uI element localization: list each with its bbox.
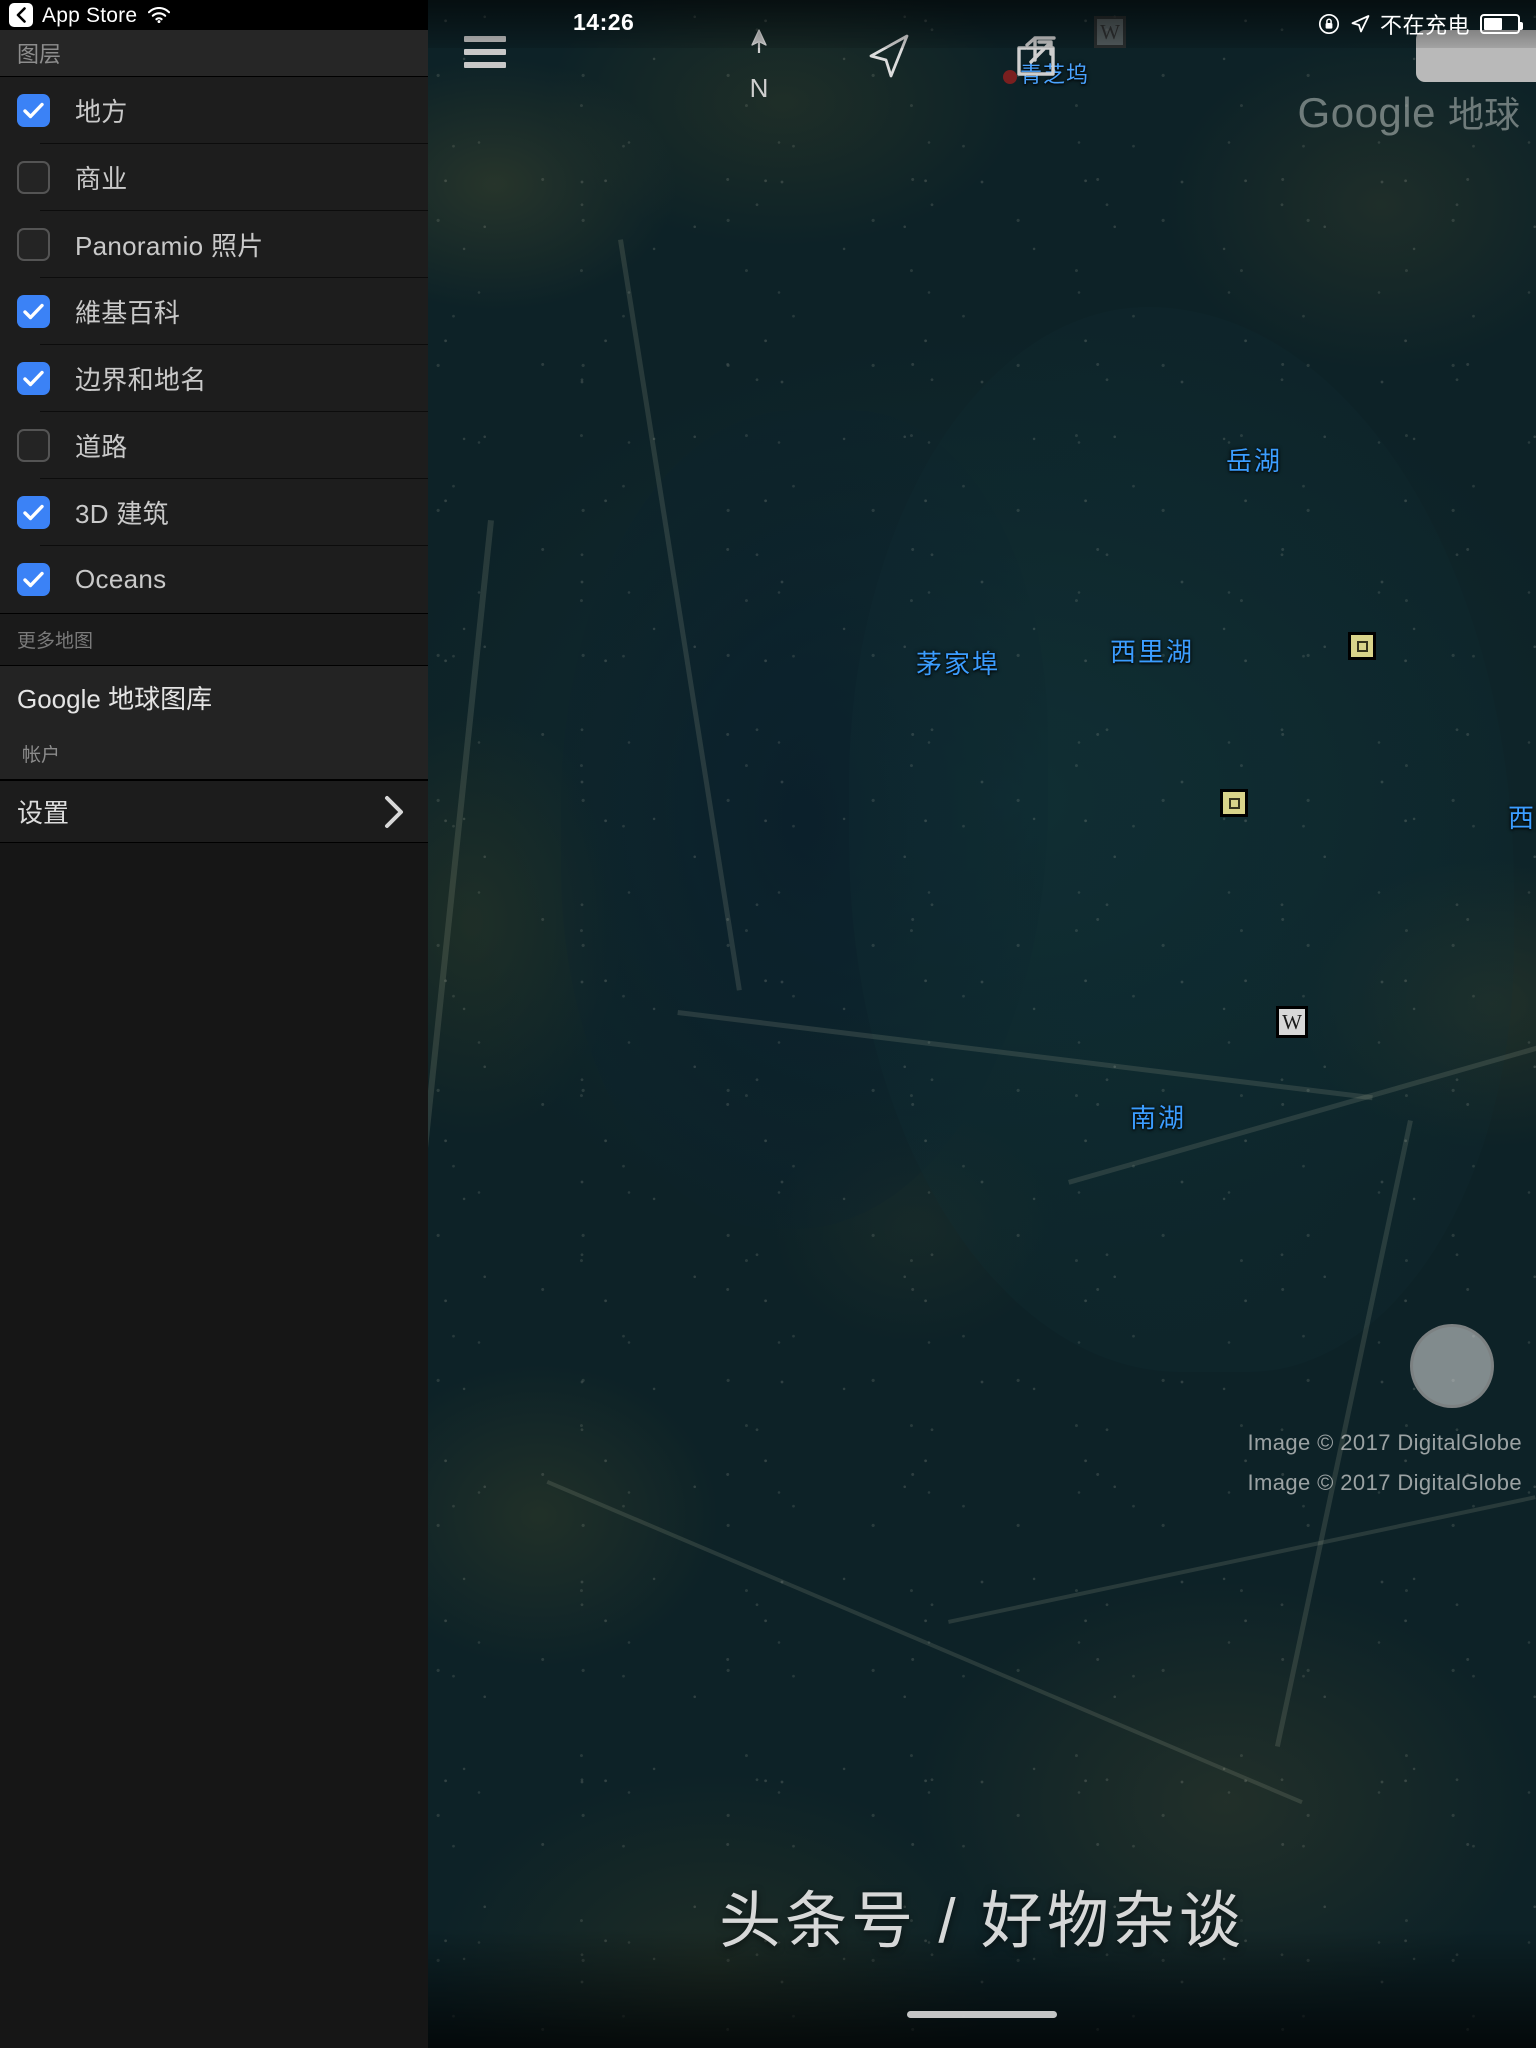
location-arrow-icon [1351, 15, 1370, 33]
checkbox-oceans[interactable] [17, 563, 50, 596]
layers-sidebar: App Store 图层 地方 商业 Panoramio 照片 維基百科 边界和… [0, 0, 428, 2048]
check-icon [23, 504, 44, 521]
map-label-maojiabu: 茅家埠 [916, 649, 1001, 679]
attribution-line-2: Image © 2017 DigitalGlobe [1247, 1470, 1522, 1495]
ios-status-bar: App Store [0, 0, 428, 30]
rotation-lock-icon [1318, 13, 1340, 35]
wifi-icon [148, 7, 171, 23]
road-line [948, 1495, 1536, 1624]
map-status-bar: 14:26 不在充电 [428, 0, 1536, 48]
checkbox-wikipedia[interactable] [17, 295, 50, 328]
map-label-xilihu: 西里湖 [1110, 637, 1195, 667]
water-body-west [560, 409, 1049, 1229]
more-maps-label: 更多地图 [17, 631, 94, 652]
battery-fill [1484, 18, 1502, 30]
checkbox-roads[interactable] [17, 429, 50, 462]
photo-square-marker[interactable] [1348, 632, 1376, 660]
layer-row-borders-and-labels[interactable]: 边界和地名 [0, 345, 428, 412]
status-bar-app-label: App Store [42, 3, 138, 27]
layer-row-roads[interactable]: 道路 [0, 412, 428, 479]
layers-panel-title: 图层 [17, 42, 62, 67]
layer-label-borders-and-labels: 边界和地名 [75, 365, 207, 395]
account-section-header: 帐户 [0, 728, 428, 781]
layer-row-wikipedia[interactable]: 維基百科 [0, 278, 428, 345]
satellite-speckle-texture [428, 0, 1536, 2048]
account-label: 帐户 [22, 745, 61, 766]
chevron-left-icon [16, 7, 26, 23]
wikipedia-marker[interactable]: W [1276, 1006, 1308, 1038]
map-label-nanhu: 南湖 [1130, 1103, 1187, 1133]
app-root: App Store 图层 地方 商业 Panoramio 照片 維基百科 边界和… [0, 0, 1536, 2048]
charging-status-text: 不在充电 [1379, 13, 1470, 38]
layer-label-wikipedia: 維基百科 [75, 298, 181, 328]
checkbox-business[interactable] [17, 161, 50, 194]
layer-row-business[interactable]: 商业 [0, 144, 428, 211]
brand-watermark: 头条号 / 好物杂谈 [719, 1887, 1245, 1956]
watermark-product: 地球 [1447, 94, 1520, 135]
google-earth-gallery-label: Google 地球图库 [17, 683, 213, 714]
chevron-right-icon [385, 795, 403, 828]
settings-row[interactable]: 设置 [0, 781, 428, 843]
layer-label-places: 地方 [75, 97, 128, 127]
settings-label: 设置 [17, 798, 70, 828]
check-icon [23, 370, 44, 387]
attribution-line-1: Image © 2017 DigitalGlobe [1247, 1430, 1522, 1455]
layer-label-business: 商业 [75, 164, 128, 194]
home-indicator [907, 2011, 1057, 2018]
layer-label-3d-buildings: 3D 建筑 [75, 499, 169, 529]
map-label-xihu: 西湖 [1508, 803, 1536, 833]
checkbox-borders-and-labels[interactable] [17, 362, 50, 395]
back-to-app-store-button[interactable] [9, 3, 33, 27]
checkbox-places[interactable] [17, 94, 50, 127]
layer-row-places[interactable]: 地方 [0, 77, 428, 144]
layer-label-roads: 道路 [75, 432, 128, 462]
photo-square-marker[interactable] [1220, 789, 1248, 817]
water-body-east [849, 307, 1514, 1373]
compass-north-label: N [749, 73, 769, 103]
satellite-map-view[interactable]: 14:26 不在充电 N Google 地球 青芝坞 岳湖 西里湖 茅家埠 西 … [428, 0, 1536, 2048]
road-line [618, 239, 742, 991]
checkbox-panoramio-photos[interactable] [17, 228, 50, 261]
google-earth-watermark: Google 地球 [1298, 86, 1520, 138]
layer-row-3d-buildings[interactable]: 3D 建筑 [0, 479, 428, 546]
status-bar-right-cluster: 不在充电 [1318, 8, 1523, 40]
status-bar-time: 14:26 [573, 9, 635, 35]
more-maps-section-header: 更多地图 [0, 614, 428, 666]
watermark-brand: Google [1297, 89, 1436, 136]
check-icon [23, 303, 44, 320]
layer-row-panoramio-photos[interactable]: Panoramio 照片 [0, 211, 428, 278]
layer-row-oceans[interactable]: Oceans [0, 546, 428, 613]
wikipedia-marker-glyph: W [1282, 1009, 1302, 1034]
google-earth-gallery-row[interactable]: Google 地球图库 [0, 666, 428, 728]
checkbox-3d-buildings[interactable] [17, 496, 50, 529]
terrain-texture [428, 0, 1536, 2048]
layer-label-panoramio-photos: Panoramio 照片 [75, 231, 264, 261]
layer-checkbox-list: 地方 商业 Panoramio 照片 維基百科 边界和地名 道路 3D 建筑 O… [0, 77, 428, 614]
road-line [546, 1480, 1303, 1805]
pan-joystick-control[interactable] [1410, 1324, 1494, 1408]
road-line [428, 520, 494, 1436]
layers-panel-header: 图层 [0, 30, 428, 77]
check-icon [23, 102, 44, 119]
road-line [677, 1010, 1373, 1101]
layer-label-oceans: Oceans [75, 564, 167, 594]
battery-icon [1480, 14, 1523, 34]
map-label-yuehu: 岳湖 [1226, 446, 1283, 476]
check-icon [23, 571, 44, 588]
